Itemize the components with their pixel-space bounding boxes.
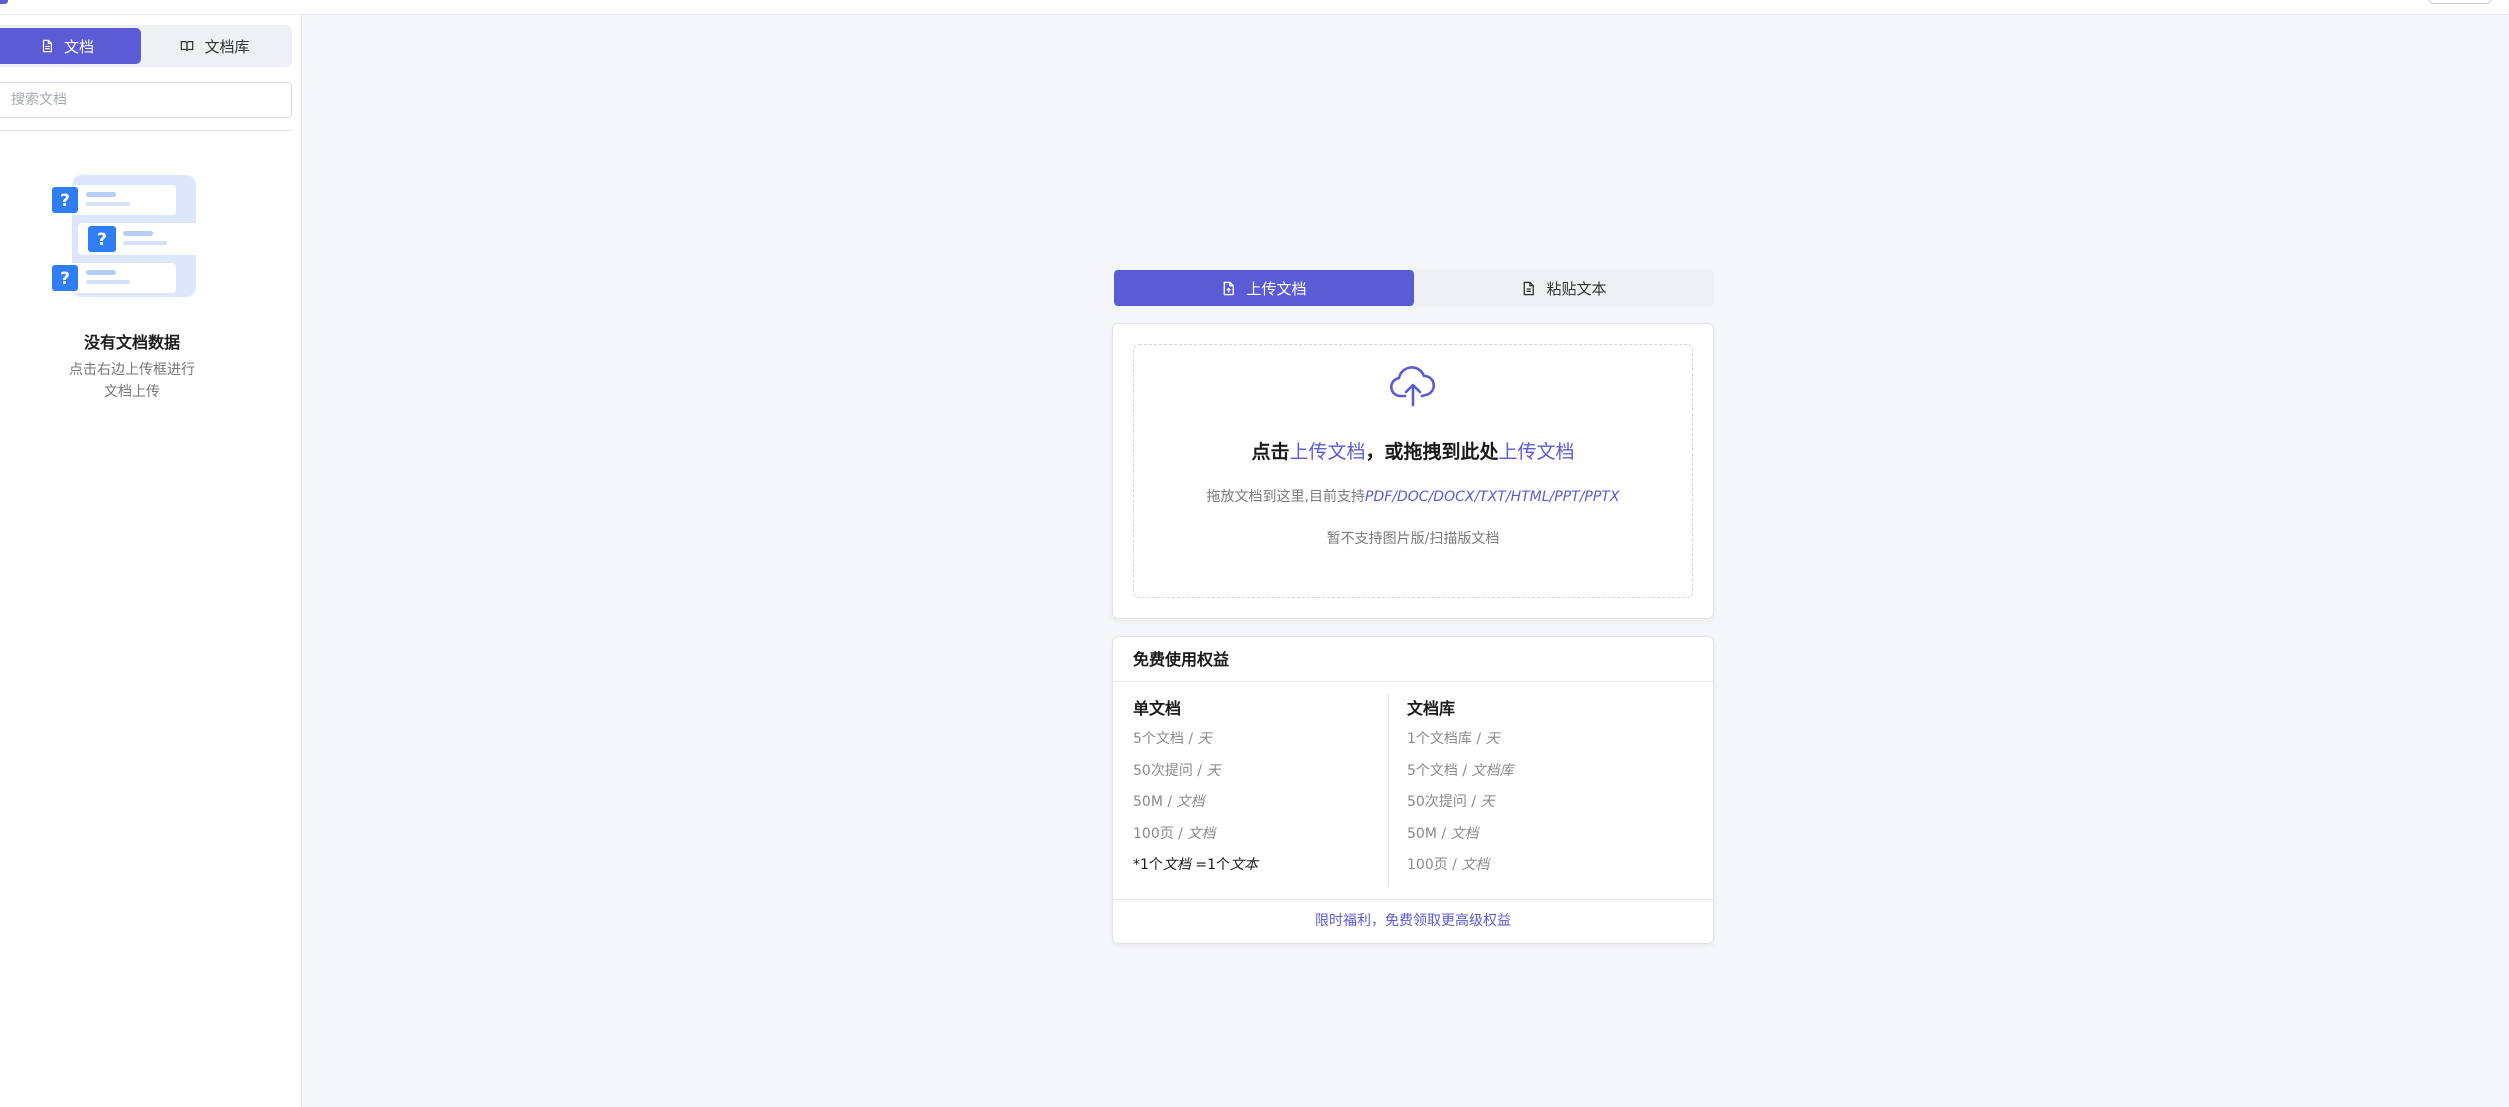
header-action-button[interactable] [2429, 0, 2491, 4]
supported-formats-text: 拖放文档到这里,目前支持PDF/DOC/DOCX/TXT/HTML/PPT/PP… [1134, 486, 1692, 506]
benefit-item: 50M / 文档 [1407, 825, 1479, 842]
benefit-item: 50M / 文档 [1133, 794, 1205, 810]
benefit-item: 5个文档 / 天 [1133, 731, 1212, 747]
benefit-item: 5个文档 / 文档库 [1407, 762, 1514, 779]
benefit-item: 1个文档库 / 天 [1407, 731, 1500, 747]
empty-state-title: 没有文档数据 [83, 333, 180, 352]
tab-upload-document[interactable]: 上传文档 [1114, 270, 1414, 306]
benefits-column-divider [1388, 694, 1389, 886]
upload-drop-zone[interactable]: 点击上传文档，或拖拽到此处上传文档 拖放文档到这里,目前支持PDF/DOC/DO… [1133, 344, 1693, 598]
tab-library-label: 文档库 [204, 37, 250, 56]
sidebar: 文档 文档库 ? ? ? 没有文档数据 点击右边上传框进行 文档上传 [0, 15, 302, 1107]
upload-mode-tabs: 上传文档 粘贴文本 [1114, 270, 1714, 306]
empty-state-desc-line1: 点击右边上传框进行 [69, 362, 195, 378]
cloud-upload-icon [1390, 366, 1436, 407]
svg-text:?: ? [60, 269, 70, 289]
tab-paste-text-label: 粘贴文本 [1546, 279, 1607, 298]
svg-text:?: ? [60, 191, 70, 211]
app-logo[interactable] [0, 0, 8, 4]
document-question-illustration: ? ? ? [52, 175, 218, 297]
upload-title: 点击上传文档，或拖拽到此处上传文档 [1134, 437, 1692, 464]
benefit-item: 100页 / 文档 [1407, 857, 1490, 873]
library-title: 文档库 [1407, 699, 1456, 718]
tab-upload-document-label: 上传文档 [1246, 279, 1307, 298]
tab-paste-text[interactable]: 粘贴文本 [1414, 270, 1714, 306]
tab-library[interactable]: 文档库 [141, 28, 289, 64]
upload-title-part1: 点击 [1251, 441, 1290, 463]
svg-text:?: ? [97, 230, 107, 250]
book-icon [181, 41, 194, 51]
supported-formats-list: PDF/DOC/DOCX/TXT/HTML/PPT/PPTX [1365, 489, 1620, 505]
supported-formats-prefix: 拖放文档到这里,目前支持 [1206, 489, 1365, 505]
upload-link-2[interactable]: 上传文档 [1499, 441, 1575, 463]
upload-link-1[interactable]: 上传文档 [1289, 441, 1365, 463]
upgrade-benefits-link[interactable]: 限时福利，免费领取更高级权益 [1113, 899, 1713, 943]
upload-title-part2: ，或拖拽到此处 [1365, 441, 1499, 463]
tab-documents-label: 文档 [63, 37, 94, 56]
top-bar [0, 0, 2509, 15]
document-text-equivalence-note: *1个文档 =1个文本 [1133, 857, 1259, 873]
benefits-title: 免费使用权益 [1113, 637, 1713, 682]
file-upload-icon [1224, 281, 1235, 295]
benefit-item: 100页 / 文档 [1133, 825, 1216, 842]
document-icon [42, 39, 52, 53]
sidebar-divider [0, 130, 292, 131]
upload-card: 点击上传文档，或拖拽到此处上传文档 拖放文档到这里,目前支持PDF/DOC/DO… [1112, 323, 1714, 619]
single-document-title: 单文档 [1133, 699, 1182, 718]
file-text-icon [1524, 281, 1535, 295]
single-document-benefits: 单文档 5个文档 / 天 50次提问 / 天 50M / 文档 100页 / 文… [1133, 695, 1403, 885]
search-input[interactable] [0, 82, 292, 118]
free-benefits-card: 免费使用权益 单文档 5个文档 / 天 50次提问 / 天 50M / 文档 1… [1112, 636, 1714, 944]
empty-state-description: 点击右边上传框进行 文档上传 [62, 359, 202, 403]
scan-not-supported-note: 暂不支持图片版/扫描版文档 [1326, 531, 1500, 547]
benefit-item: 50次提问 / 天 [1133, 762, 1221, 779]
sidebar-tabs: 文档 文档库 [0, 25, 292, 67]
library-benefits: 文档库 1个文档库 / 天 5个文档 / 文档库 50次提问 / 天 50M /… [1407, 695, 1677, 885]
tab-documents[interactable]: 文档 [0, 28, 141, 64]
benefit-item: 50次提问 / 天 [1407, 794, 1495, 810]
empty-state-desc-line2: 文档上传 [104, 384, 160, 400]
